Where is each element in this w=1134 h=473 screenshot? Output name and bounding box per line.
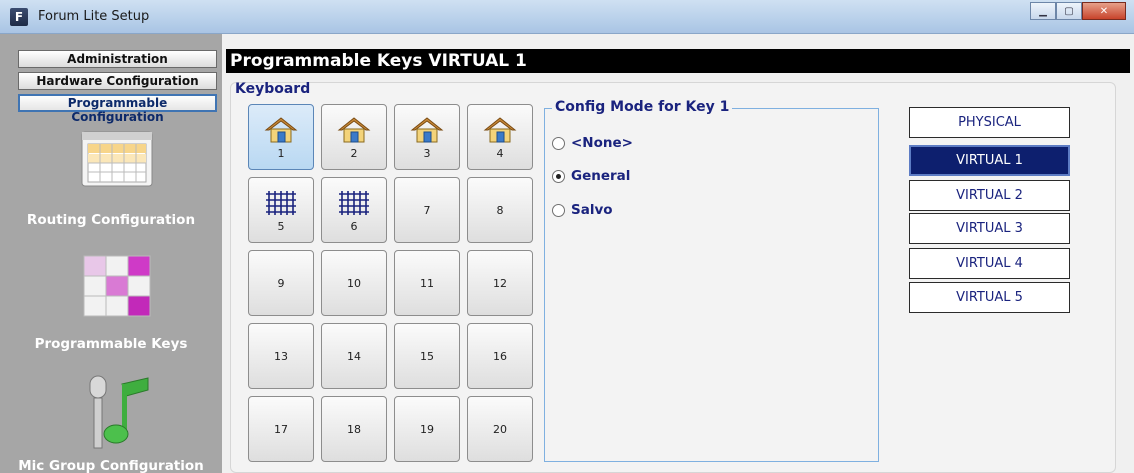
key-label: 14: [347, 349, 361, 363]
house-icon: [410, 116, 444, 142]
key-13[interactable]: 13: [248, 323, 314, 389]
nav-hardware-configuration[interactable]: Hardware Configuration: [18, 72, 217, 90]
key-label: 3: [423, 146, 431, 160]
key-label: 2: [350, 146, 358, 160]
close-button[interactable]: ✕: [1082, 2, 1126, 20]
key-label: 18: [347, 422, 361, 436]
key-label: 11: [420, 276, 434, 290]
key-4[interactable]: 4: [467, 104, 533, 170]
key-8[interactable]: 8: [467, 177, 533, 243]
radio-label: <None>: [571, 135, 633, 151]
grid-icon: [339, 190, 369, 215]
key-label: 7: [423, 203, 431, 217]
radio-button[interactable]: [552, 136, 565, 150]
key-15[interactable]: 15: [394, 323, 460, 389]
key-label: 9: [277, 276, 285, 290]
key-2[interactable]: 2: [321, 104, 387, 170]
key-19[interactable]: 19: [394, 396, 460, 462]
key-label: 12: [493, 276, 507, 290]
virtual-3-button[interactable]: VIRTUAL 3: [909, 213, 1070, 244]
key-14[interactable]: 14: [321, 323, 387, 389]
virtual-1-button[interactable]: VIRTUAL 1: [909, 145, 1070, 176]
radio-button[interactable]: [552, 169, 565, 183]
key-20[interactable]: 20: [467, 396, 533, 462]
nav-programmable-configuration[interactable]: Programmable Configuration: [18, 94, 217, 124]
key-label: 4: [496, 146, 504, 160]
key-label: 10: [347, 276, 361, 290]
mic-group-icon[interactable]: [82, 374, 156, 454]
key-6[interactable]: 6: [321, 177, 387, 243]
sidebar: Administration Hardware Configuration Pr…: [0, 34, 222, 473]
key-label: 16: [493, 349, 507, 363]
virtual-5-button[interactable]: VIRTUAL 5: [909, 282, 1070, 313]
programmable-keys-icon[interactable]: [82, 254, 152, 320]
radio-general[interactable]: General: [552, 168, 630, 184]
house-icon: [264, 116, 298, 142]
window-title: Forum Lite Setup: [38, 9, 150, 24]
title-bar: F Forum Lite Setup ▁ ▢ ✕: [0, 0, 1134, 34]
radio-salvo[interactable]: Salvo: [552, 202, 613, 218]
nav-administration[interactable]: Administration: [18, 50, 217, 68]
page-title: Programmable Keys VIRTUAL 1: [226, 49, 1130, 73]
key-12[interactable]: 12: [467, 250, 533, 316]
key-17[interactable]: 17: [248, 396, 314, 462]
key-16[interactable]: 16: [467, 323, 533, 389]
key-label: 8: [496, 203, 504, 217]
minimize-button[interactable]: ▁: [1030, 2, 1056, 20]
key-label: 15: [420, 349, 434, 363]
config-mode-title: Config Mode for Key 1: [552, 99, 733, 115]
radio-button[interactable]: [552, 203, 565, 217]
programmable-keys-label[interactable]: Programmable Keys: [0, 336, 222, 352]
key-3[interactable]: 3: [394, 104, 460, 170]
key-label: 13: [274, 349, 288, 363]
key-label: 20: [493, 422, 507, 436]
key-11[interactable]: 11: [394, 250, 460, 316]
key-18[interactable]: 18: [321, 396, 387, 462]
virtual-4-button[interactable]: VIRTUAL 4: [909, 248, 1070, 279]
keyboard-label: Keyboard: [235, 81, 311, 97]
key-7[interactable]: 7: [394, 177, 460, 243]
house-icon: [337, 116, 371, 142]
routing-configuration-icon[interactable]: [80, 130, 154, 188]
routing-configuration-label[interactable]: Routing Configuration: [0, 212, 222, 228]
key-9[interactable]: 9: [248, 250, 314, 316]
house-icon: [483, 116, 517, 142]
key-label: 1: [277, 146, 285, 160]
window-controls: ▁ ▢ ✕: [1030, 2, 1126, 20]
maximize-button[interactable]: ▢: [1056, 2, 1082, 20]
key-label: 17: [274, 422, 288, 436]
mic-group-configuration-label[interactable]: Mic Group Configuration: [0, 458, 222, 473]
key-label: 5: [277, 219, 285, 233]
physical-button[interactable]: PHYSICAL: [909, 107, 1070, 138]
key-label: 19: [420, 422, 434, 436]
config-mode-group: [544, 108, 879, 462]
grid-icon: [266, 190, 296, 215]
radio-label: Salvo: [571, 202, 613, 218]
key-1[interactable]: 1: [248, 104, 314, 170]
virtual-2-button[interactable]: VIRTUAL 2: [909, 180, 1070, 211]
key-label: 6: [350, 219, 358, 233]
key-5[interactable]: 5: [248, 177, 314, 243]
radio-none[interactable]: <None>: [552, 135, 633, 151]
radio-label: General: [571, 168, 631, 184]
key-10[interactable]: 10: [321, 250, 387, 316]
app-icon: F: [10, 8, 28, 26]
